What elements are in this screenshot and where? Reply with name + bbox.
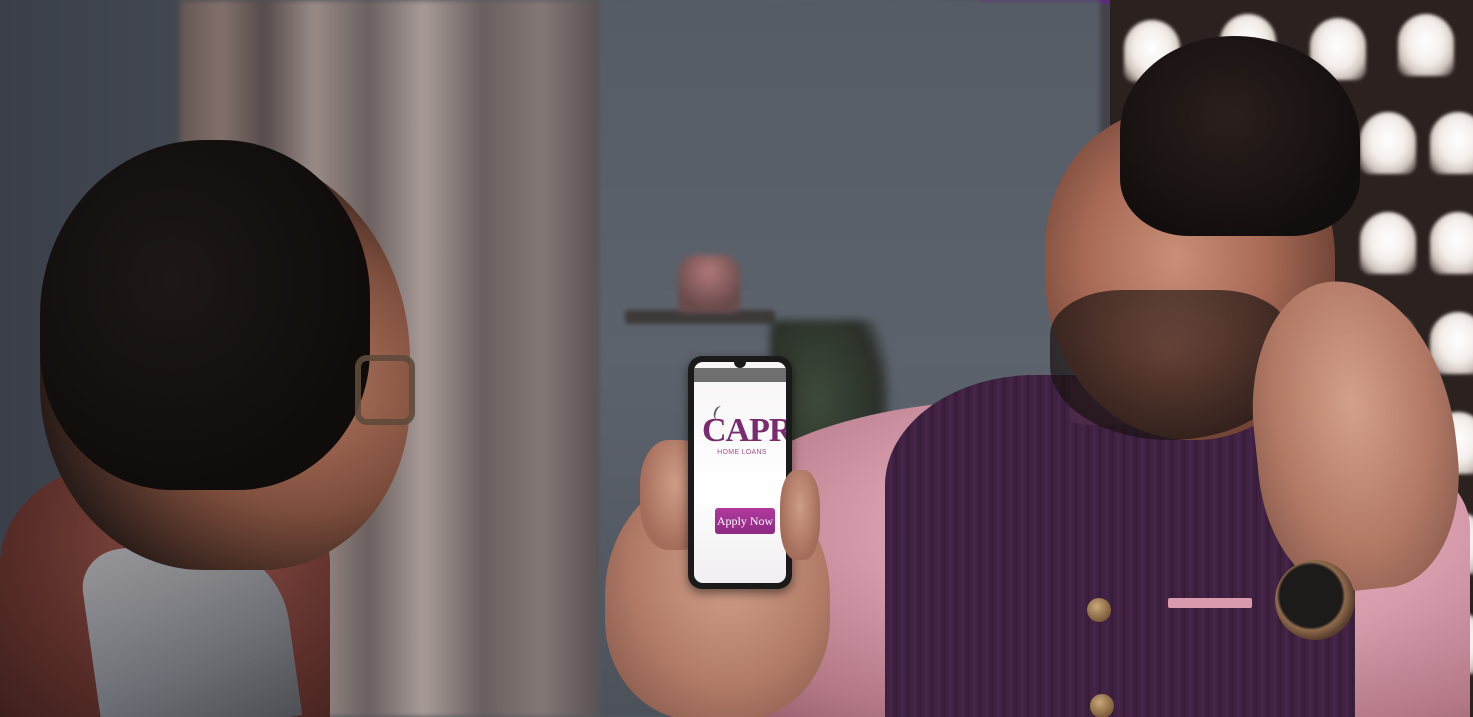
left-person-hair <box>40 140 370 490</box>
vest-button <box>1090 694 1114 717</box>
right-person-hair <box>1120 36 1360 236</box>
smartphone: CAPRI HOME LOANS Apply Now <box>688 356 792 589</box>
left-person <box>0 140 440 717</box>
logo-text: CAPRI <box>702 412 786 449</box>
eyeglasses <box>355 355 415 425</box>
vest-button <box>1087 598 1111 622</box>
logo-subtext: HOME LOANS <box>717 449 767 456</box>
thumb <box>780 470 820 560</box>
browser-bar <box>694 368 786 382</box>
wristwatch <box>1275 560 1355 640</box>
pocket-square <box>1168 598 1252 608</box>
phone-screen: CAPRI HOME LOANS Apply Now <box>694 362 786 583</box>
capri-logo: CAPRI HOME LOANS <box>702 412 786 457</box>
photo-scene: CAPRI HOME LOANS Apply Now <box>0 0 1473 717</box>
apply-now-button[interactable]: Apply Now <box>715 508 775 534</box>
